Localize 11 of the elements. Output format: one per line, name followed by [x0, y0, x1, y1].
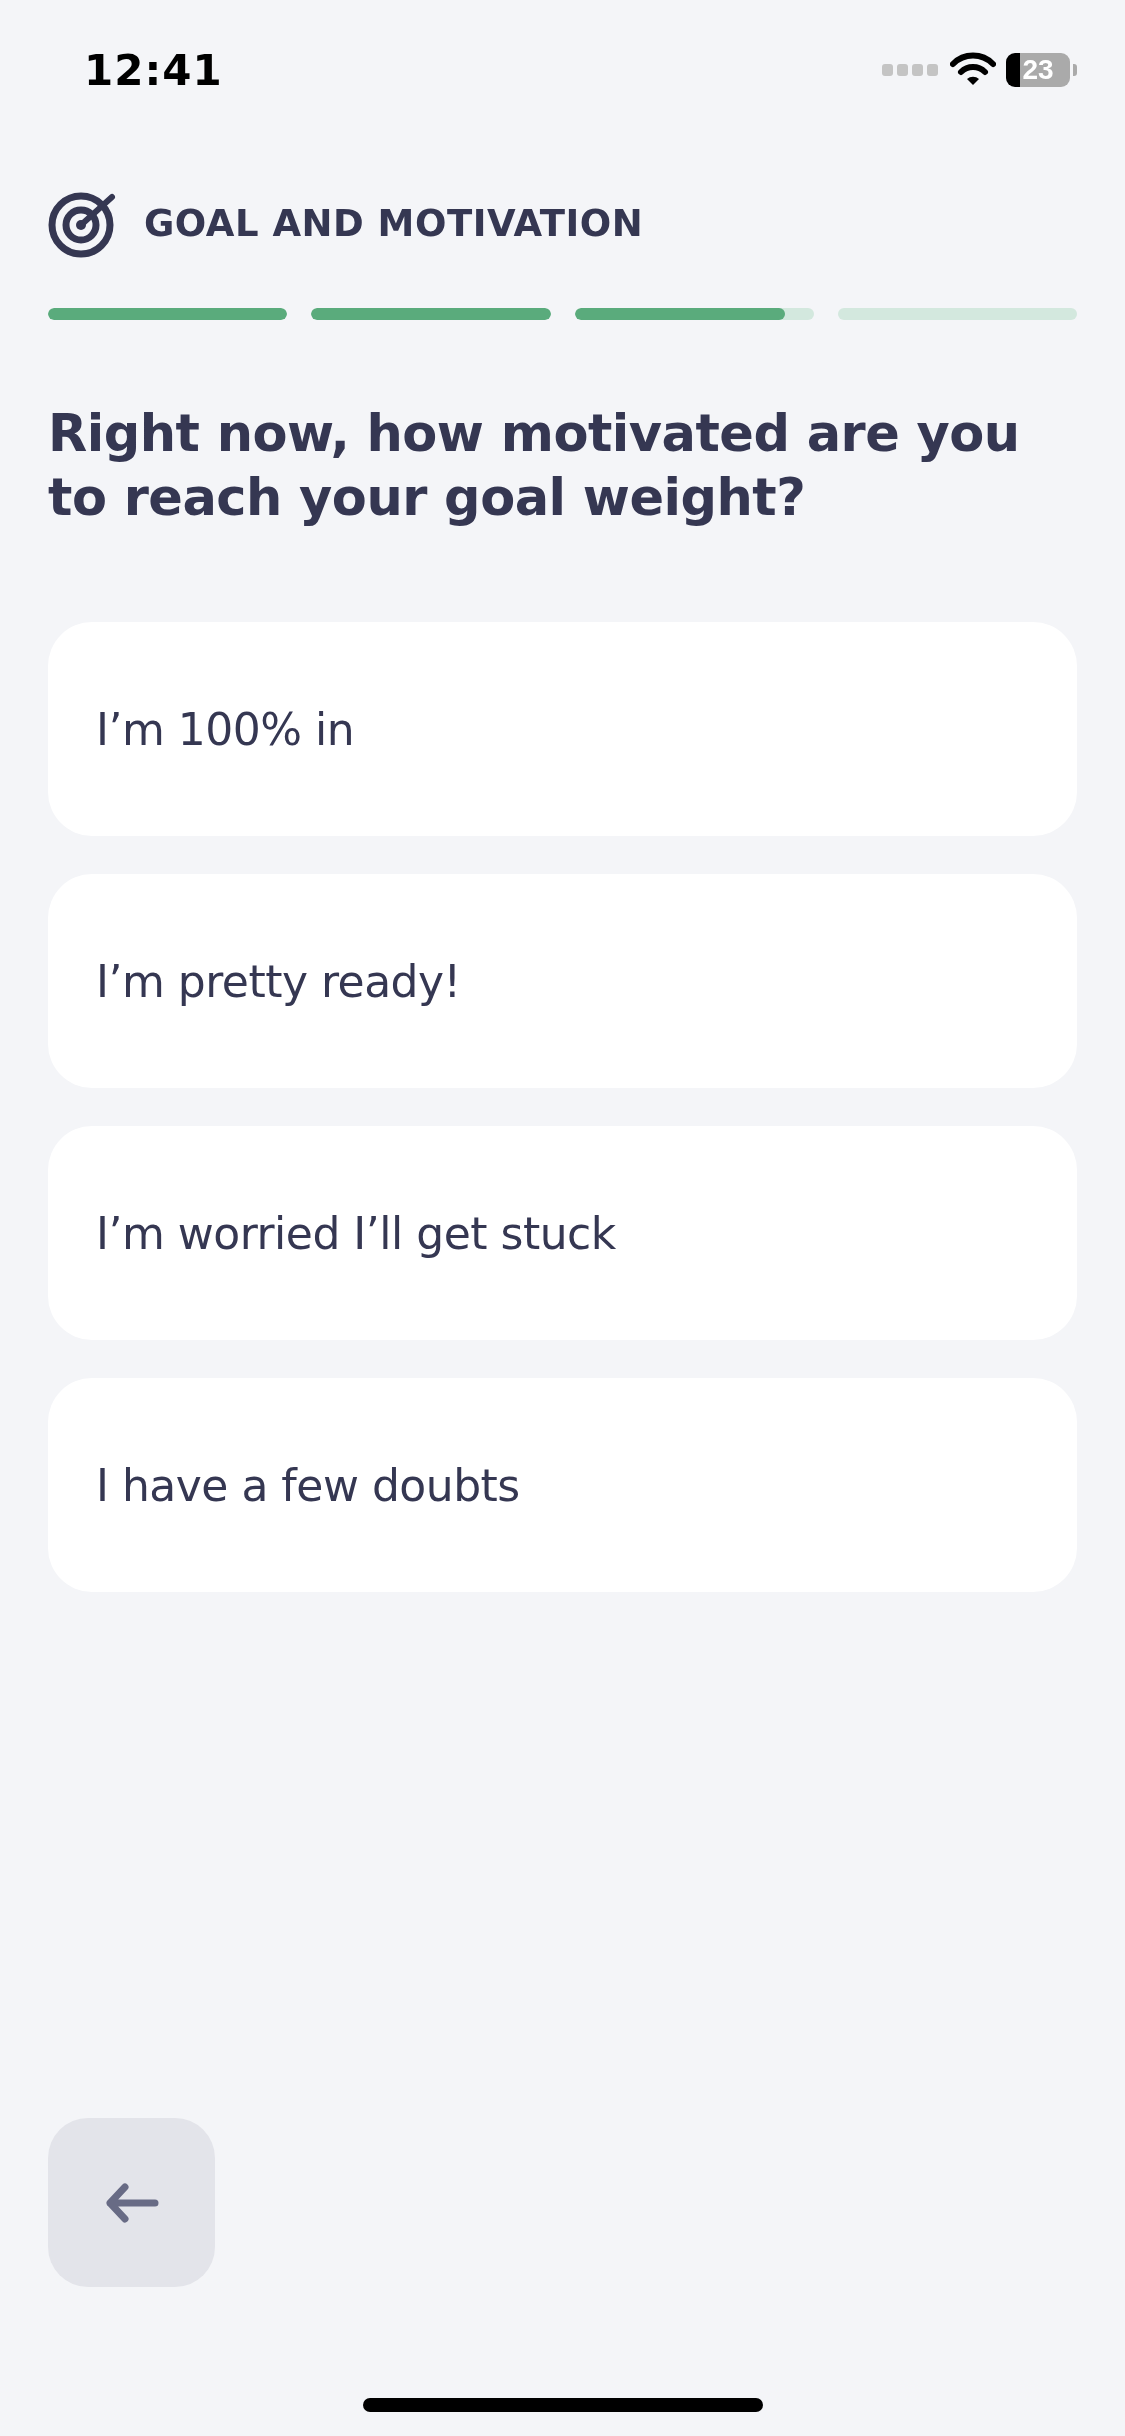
wifi-icon	[950, 52, 996, 88]
answer-option[interactable]: I’m worried I’ll get stuck	[48, 1126, 1077, 1340]
back-arrow-icon	[104, 2181, 159, 2224]
signal-icon	[882, 63, 940, 77]
back-button[interactable]	[48, 2118, 215, 2287]
answer-option[interactable]: I’m pretty ready!	[48, 874, 1077, 1088]
answer-option[interactable]: I’m 100% in	[48, 622, 1077, 836]
clock-time: 12:41	[84, 45, 223, 95]
section-title: GOAL AND MOTIVATION	[144, 201, 644, 245]
question-heading: Right now, how motivated are you to reach your goal weight?	[48, 403, 1021, 529]
answer-option[interactable]: I have a few doubts	[48, 1378, 1077, 1592]
